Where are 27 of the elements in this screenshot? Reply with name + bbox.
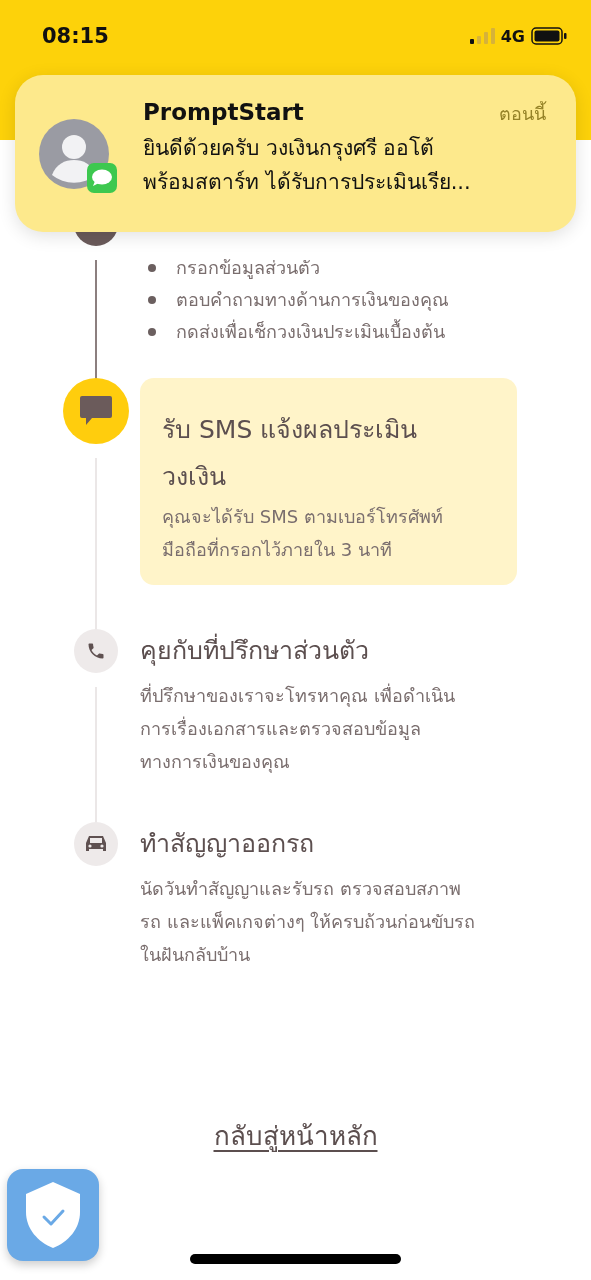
phone-icon xyxy=(86,641,106,661)
signal-icon xyxy=(469,28,496,44)
battery-icon xyxy=(531,27,567,45)
bullet-dot xyxy=(148,264,156,272)
bullet-text: ตอบคำถามทางด้านการเงินของคุณ xyxy=(176,288,449,313)
clock: 08:15 xyxy=(42,24,109,48)
message-icon xyxy=(87,163,117,193)
bullet-dot xyxy=(148,328,156,336)
notification-time: ตอนนี้ xyxy=(499,100,546,126)
step-title: ทำสัญญาออกรถ xyxy=(140,828,315,860)
notification-app-name: PromptStart xyxy=(143,99,304,125)
step-description: นัดวันทำสัญญาและรับรถ ตรวจสอบสภาพ รถ และแพ็คเกจต่างๆ ให้ครบถ้วนก่อนขับรถ ในฝันกลับบ้าน xyxy=(140,877,477,967)
step-title: รับ SMS แจ้งผลประเมิน วงเงิน xyxy=(162,414,419,493)
notification-banner[interactable]: PromptStart ตอนนี้ ยินดีด้วยครับ วงเงินกรุงศรี ออโต้ พร้อมสตาร์ท ได้รับการประเมินเรีย... xyxy=(15,75,576,232)
car-icon xyxy=(85,835,107,853)
network-label: 4G xyxy=(500,26,525,46)
notification-message: ยินดีด้วยครับ วงเงินกรุงศรี ออโต้ พร้อมสตาร์ท ได้รับการประเมินเรีย... xyxy=(143,135,472,196)
step-description: ที่ปรึกษาของเราจะโทรหาคุณ เพื่อดำเนิน การเรื่องเอกสารและตรวจสอบข้อมูล ทางการเงินของคุณ xyxy=(140,682,456,775)
chat-bubble-icon xyxy=(79,395,113,427)
shield-check-icon xyxy=(25,1181,81,1249)
step-title: คุยกับที่ปรึกษาส่วนตัว xyxy=(140,629,517,673)
bullet-text: กรอกข้อมูลส่วนตัว xyxy=(176,256,320,281)
home-link[interactable]: กลับสู่หน้าหลัก xyxy=(213,1115,378,1156)
bullet-text: กดส่งเพื่อเช็กวงเงินประเมินเบื้องต้น xyxy=(176,318,445,344)
step-description: คุณจะได้รับ SMS ตามเบอร์โทรศัพท์ มือถือที่กรอกไว้ภายใน 3 นาที xyxy=(162,505,444,562)
bullet-dot xyxy=(148,296,156,304)
app-shortcut[interactable] xyxy=(7,1169,99,1261)
